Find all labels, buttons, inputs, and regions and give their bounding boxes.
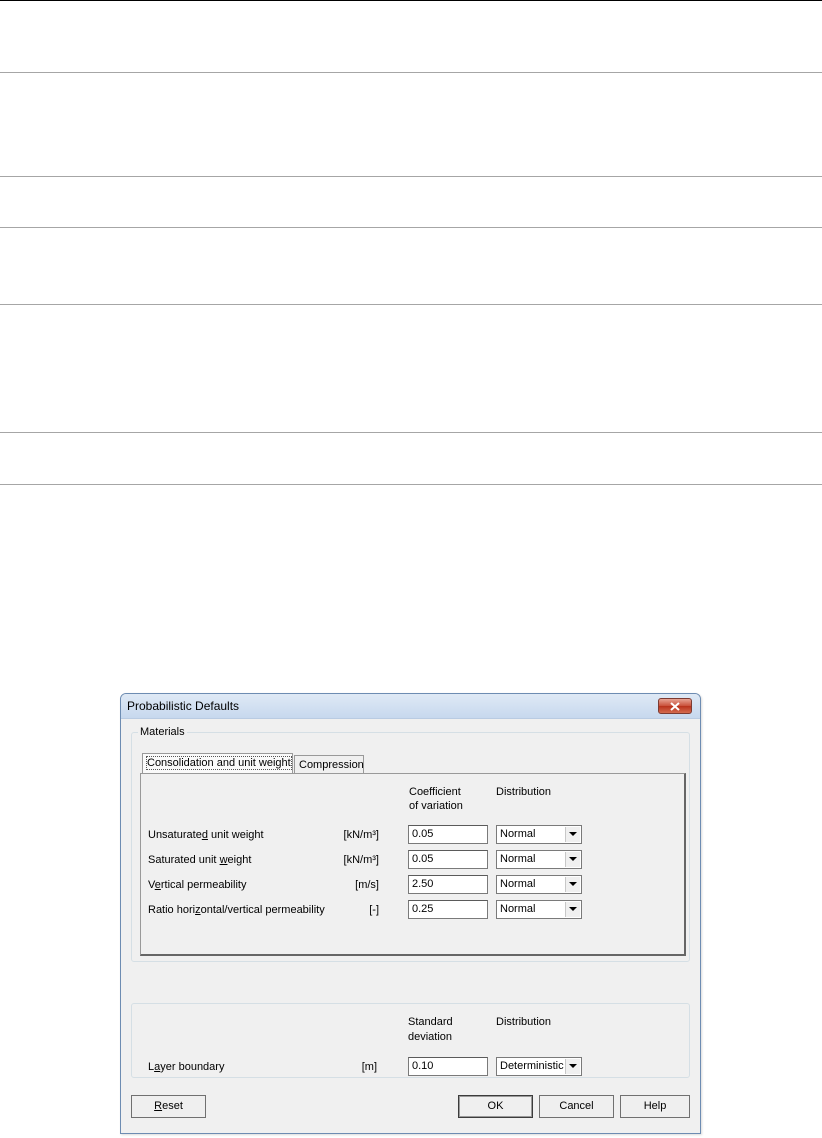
table-rule <box>0 484 822 485</box>
unit-saturated: [kN/m³] <box>343 854 379 866</box>
layer-boundary-group: Standard deviation Distribution Layer bo… <box>131 1003 690 1078</box>
cancel-button[interactable]: Cancel <box>539 1095 614 1118</box>
chevron-down-icon[interactable] <box>565 827 580 842</box>
col-header-of-variation: of variation <box>409 800 463 812</box>
saturated-distribution-select[interactable]: Normal <box>496 850 582 869</box>
chevron-down-icon[interactable] <box>565 852 580 867</box>
unsaturated-coeff-input[interactable]: 0.05 <box>408 825 488 844</box>
col-header-distribution: Distribution <box>496 786 552 798</box>
table-rule <box>0 432 822 433</box>
unit-layer-boundary: [m] <box>361 1061 377 1073</box>
layer-boundary-distribution-select[interactable]: Deterministic <box>496 1057 582 1076</box>
table-rule <box>0 176 822 177</box>
unit-ratio: [-] <box>369 904 379 916</box>
label-saturated-unit-weight: Saturated unit weight <box>148 854 252 866</box>
probabilistic-defaults-dialog: Probabilistic Defaults Materials Consoli… <box>120 693 701 1134</box>
close-icon <box>670 702 680 711</box>
chevron-down-icon[interactable] <box>565 1059 580 1074</box>
label-ratio-permeability: Ratio horizontal/vertical permeability <box>148 904 325 916</box>
tab-compression[interactable]: Compression <box>294 755 364 773</box>
chevron-down-icon[interactable] <box>565 902 580 917</box>
reset-button[interactable]: Reset <box>131 1095 206 1118</box>
chevron-down-icon[interactable] <box>565 877 580 892</box>
dialog-title: Probabilistic Defaults <box>127 699 240 713</box>
unsaturated-distribution-select[interactable]: Normal <box>496 825 582 844</box>
layer-boundary-std-input[interactable]: 0.10 <box>408 1057 488 1076</box>
label-vertical-permeability: Vertical permeability <box>148 879 247 891</box>
vertical-permeability-distribution-select[interactable]: Normal <box>496 875 582 894</box>
close-button[interactable] <box>658 698 692 714</box>
materials-group-label: Materials <box>138 726 187 738</box>
col-header-layer-distribution: Distribution <box>496 1016 552 1028</box>
label-layer-boundary: Layer boundary <box>148 1061 225 1073</box>
table-rule <box>0 304 822 305</box>
saturated-coeff-input[interactable]: 0.05 <box>408 850 488 869</box>
materials-group: Materials Consolidation and unit weight … <box>131 726 690 962</box>
dialog-body: Materials Consolidation and unit weight … <box>121 719 700 1133</box>
help-button[interactable]: Help <box>620 1095 690 1118</box>
vertical-permeability-coeff-input[interactable]: 2.50 <box>408 875 488 894</box>
col-header-coefficient: Coefficient <box>409 786 461 798</box>
tab-panel-consolidation: Coefficient of variation Distribution Un… <box>140 773 686 956</box>
ratio-permeability-coeff-input[interactable]: 0.25 <box>408 900 488 919</box>
dialog-titlebar[interactable]: Probabilistic Defaults <box>121 694 700 719</box>
table-rule <box>0 227 822 228</box>
ok-button[interactable]: OK <box>458 1095 533 1118</box>
label-unsaturated-unit-weight: Unsaturated unit weight <box>148 829 264 841</box>
col-header-deviation: deviation <box>408 1031 453 1043</box>
unit-unsaturated: [kN/m³] <box>343 829 379 841</box>
table-rule-top <box>0 0 822 1</box>
ratio-permeability-distribution-select[interactable]: Normal <box>496 900 582 919</box>
table-rule <box>0 72 822 73</box>
unit-vertical-permeability: [m/s] <box>355 879 379 891</box>
col-header-standard: Standard <box>408 1016 453 1028</box>
tab-consolidation-unit-weight[interactable]: Consolidation and unit weight <box>142 753 293 774</box>
